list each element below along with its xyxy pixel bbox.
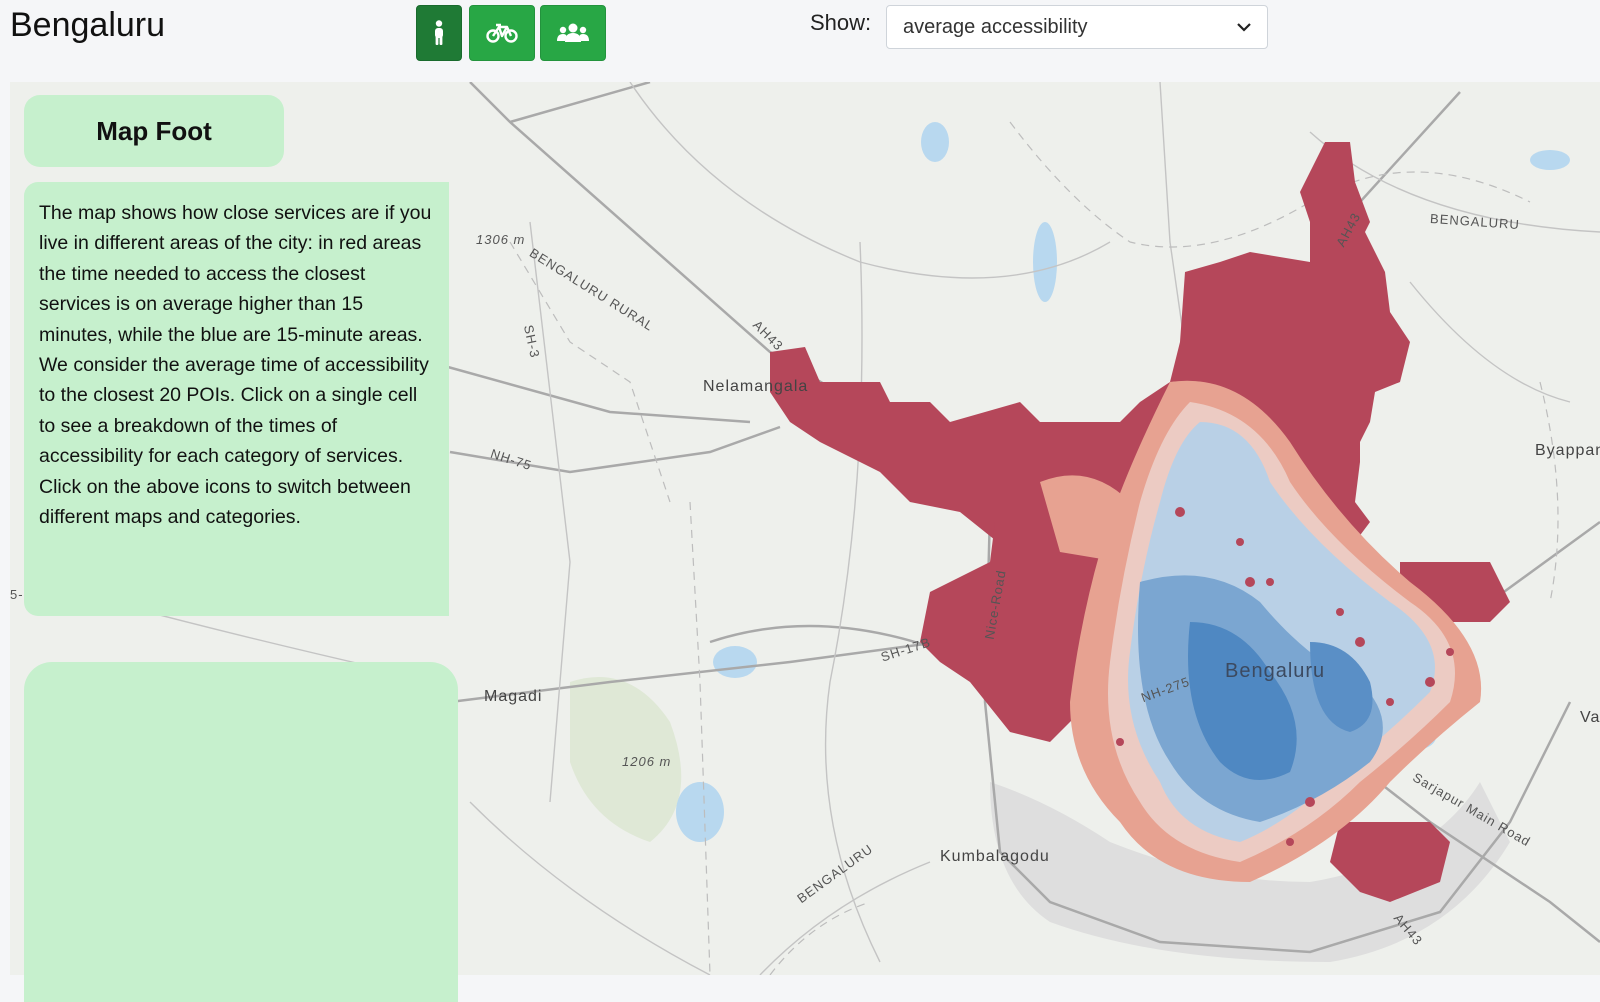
elevation-label-1206: 1206 m: [622, 754, 672, 769]
map-label-bengaluru: Bengaluru: [1225, 660, 1326, 682]
show-label: Show:: [810, 10, 872, 35]
map-type-select[interactable]: average accessibility: [886, 5, 1268, 49]
walking-mode-button[interactable]: [416, 5, 462, 61]
bicycle-icon: [486, 23, 518, 43]
map-label-byappan: Byappan: [1535, 442, 1600, 459]
panel-title: Map Foot: [24, 95, 284, 167]
map-label-va: Va: [1580, 709, 1600, 726]
users-group-icon: [557, 23, 589, 42]
breakdown-panel: [24, 662, 458, 1002]
map-label-kumbalagodu: Kumbalagodu: [940, 848, 1050, 865]
walking-person-icon: [435, 20, 443, 45]
map-label-magadi: Magadi: [484, 688, 543, 705]
city-title: Bengaluru: [10, 6, 166, 44]
group-mode-button[interactable]: [540, 5, 606, 61]
bike-mode-button[interactable]: [469, 5, 535, 61]
elevation-label-1306: 1306 m: [476, 232, 526, 247]
select-value: average accessibility: [903, 15, 1088, 38]
panel-description: The map shows how close services are if …: [24, 182, 449, 616]
chevron-down-icon: [1237, 23, 1251, 32]
road-label-5: 5-: [10, 587, 24, 602]
map-label-nelamangala: Nelamangala: [703, 378, 809, 395]
